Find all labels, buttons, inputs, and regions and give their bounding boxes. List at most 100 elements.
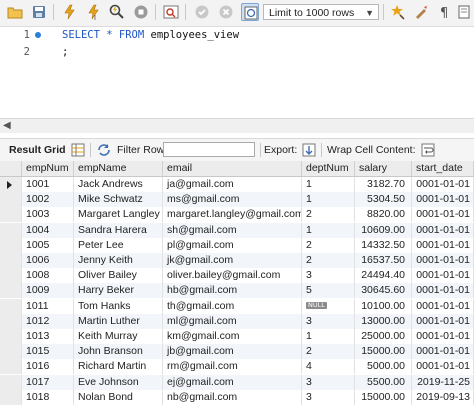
cell-email[interactable]: rm@gmail.com: [163, 359, 302, 375]
cell-empnum[interactable]: 1008: [22, 268, 74, 284]
table-row[interactable]: 1017 Eve Johnson ej@gmail.com 3 5500.00 2019-…: [0, 374, 474, 390]
cell-email[interactable]: ej@gmail.com: [163, 374, 302, 390]
row-marker[interactable]: [0, 389, 22, 405]
column-header-salary[interactable]: salary: [355, 161, 412, 176]
cell-empnum[interactable]: 1012: [22, 313, 74, 329]
rollback-icon[interactable]: [217, 3, 235, 21]
cell-empname[interactable]: Peter Lee: [74, 237, 163, 253]
invisible-chars-icon[interactable]: ¶: [437, 3, 455, 21]
cell-email[interactable]: sh@gmail.com: [163, 222, 302, 238]
result-grid-tab[interactable]: Result Grid: [9, 144, 66, 156]
wrap-cell-icon[interactable]: [420, 142, 436, 158]
table-row[interactable]: 1006 Jenny Keith jk@gmail.com 2 16537.50 0001…: [0, 253, 474, 268]
cell-empname[interactable]: Martin Luther: [74, 313, 163, 329]
save-icon[interactable]: [30, 3, 48, 21]
commit-icon[interactable]: [193, 3, 211, 21]
cell-salary[interactable]: 10609.00: [355, 222, 412, 238]
row-marker[interactable]: [0, 329, 22, 344]
cell-start-date[interactable]: 0001-01-01: [412, 268, 474, 284]
table-row[interactable]: 1003 Margaret Langley margaret.langley@gma…: [0, 207, 474, 223]
cell-empnum[interactable]: 1006: [22, 253, 74, 268]
cell-start-date[interactable]: 2019-11-25: [412, 374, 474, 390]
row-marker[interactable]: [0, 313, 22, 329]
table-row[interactable]: 1005 Peter Lee pl@gmail.com 2 14332.50 0001-0…: [0, 237, 474, 253]
cell-email[interactable]: nb@gmail.com: [163, 389, 302, 405]
cell-empnum[interactable]: 1016: [22, 359, 74, 375]
cell-deptnum[interactable]: 2: [302, 237, 355, 253]
cell-empname[interactable]: Oliver Bailey: [74, 268, 163, 284]
filter-rows-input[interactable]: [163, 142, 255, 157]
cell-salary[interactable]: 8820.00: [355, 207, 412, 223]
cell-start-date[interactable]: 0001-01-01: [412, 237, 474, 253]
cell-salary[interactable]: 30645.60: [355, 283, 412, 299]
cell-empnum[interactable]: 1003: [22, 207, 74, 223]
cell-deptnum[interactable]: 1: [302, 192, 355, 208]
cell-salary[interactable]: 15000.00: [355, 389, 412, 405]
cell-start-date[interactable]: 0001-01-01: [412, 359, 474, 375]
cell-empname[interactable]: Margaret Langley: [74, 207, 163, 223]
scroll-left-icon[interactable]: ◀: [3, 120, 11, 131]
toggle-output-icon[interactable]: [162, 3, 180, 21]
cell-start-date[interactable]: 0001-01-01: [412, 329, 474, 344]
cell-empname[interactable]: Richard Martin: [74, 359, 163, 375]
row-marker[interactable]: [0, 192, 22, 208]
cell-start-date[interactable]: 0001-01-01: [412, 253, 474, 268]
open-folder-icon[interactable]: [6, 3, 24, 21]
cell-empname[interactable]: Keith Murray: [74, 329, 163, 344]
explain-icon[interactable]: [108, 3, 126, 21]
cell-deptnum[interactable]: NULL: [302, 298, 355, 314]
cell-empname[interactable]: Jack Andrews: [74, 177, 163, 192]
wrap-icon[interactable]: [457, 3, 474, 21]
beautify-icon[interactable]: [389, 3, 407, 21]
cell-start-date[interactable]: 0001-01-01: [412, 207, 474, 223]
cell-salary[interactable]: 25000.00: [355, 329, 412, 344]
cell-empname[interactable]: Jenny Keith: [74, 253, 163, 268]
row-marker[interactable]: [0, 237, 22, 253]
cell-deptnum[interactable]: 1: [302, 329, 355, 344]
cell-deptnum[interactable]: 4: [302, 359, 355, 375]
row-marker[interactable]: [0, 283, 22, 299]
table-row[interactable]: 1009 Harry Beker hb@gmail.com 5 30645.60 0001…: [0, 283, 474, 299]
column-header-email[interactable]: email: [163, 161, 302, 176]
cell-empname[interactable]: Nolan Bond: [74, 389, 163, 405]
row-marker[interactable]: [0, 222, 22, 238]
column-header-deptnum[interactable]: deptNum: [302, 161, 355, 176]
row-marker[interactable]: [0, 253, 22, 268]
row-marker[interactable]: [0, 268, 22, 284]
execute-current-icon[interactable]: I: [84, 3, 102, 21]
cell-empnum[interactable]: 1018: [22, 389, 74, 405]
cell-deptnum[interactable]: 3: [302, 389, 355, 405]
table-row[interactable]: 1016 Richard Martin rm@gmail.com 4 5000.00 00…: [0, 359, 474, 375]
cell-email[interactable]: oliver.bailey@gmail.com: [163, 268, 302, 284]
find-icon[interactable]: [413, 3, 431, 21]
table-row[interactable]: 1008 Oliver Bailey oliver.bailey@gmail.com…: [0, 268, 474, 284]
cell-salary[interactable]: 16537.50: [355, 253, 412, 268]
cell-deptnum[interactable]: 5: [302, 283, 355, 299]
cell-empname[interactable]: Sandra Harera: [74, 222, 163, 238]
cell-email[interactable]: jb@gmail.com: [163, 344, 302, 360]
table-row[interactable]: 1012 Martin Luther ml@gmail.com 3 13000.00 00…: [0, 313, 474, 329]
cell-empnum[interactable]: 1005: [22, 237, 74, 253]
cell-salary[interactable]: 5000.00: [355, 359, 412, 375]
stop-icon[interactable]: [132, 3, 150, 21]
cell-start-date[interactable]: 0001-01-01: [412, 283, 474, 299]
table-row[interactable]: 1011 Tom Hanks th@gmail.com NULL 10100.00 000…: [0, 298, 474, 314]
row-marker[interactable]: [0, 359, 22, 375]
cell-empnum[interactable]: 1004: [22, 222, 74, 238]
cell-start-date[interactable]: 0001-01-01: [412, 192, 474, 208]
row-marker[interactable]: [0, 207, 22, 223]
cell-empnum[interactable]: 1015: [22, 344, 74, 360]
cell-deptnum[interactable]: 3: [302, 313, 355, 329]
cell-salary[interactable]: 5500.00: [355, 374, 412, 390]
cell-start-date[interactable]: 0001-01-01: [412, 222, 474, 238]
cell-email[interactable]: pl@gmail.com: [163, 237, 302, 253]
cell-start-date[interactable]: 2019-09-13: [412, 389, 474, 405]
cell-deptnum[interactable]: 2: [302, 207, 355, 223]
row-marker[interactable]: [0, 374, 22, 390]
cell-empname[interactable]: Harry Beker: [74, 283, 163, 299]
cell-email[interactable]: th@gmail.com: [163, 298, 302, 314]
column-header-empnum[interactable]: empNum: [22, 161, 74, 176]
cell-deptnum[interactable]: 1: [302, 177, 355, 192]
limit-rows-select[interactable]: Limit to 1000 rows ▼: [263, 4, 379, 20]
cell-salary[interactable]: 13000.00: [355, 313, 412, 329]
